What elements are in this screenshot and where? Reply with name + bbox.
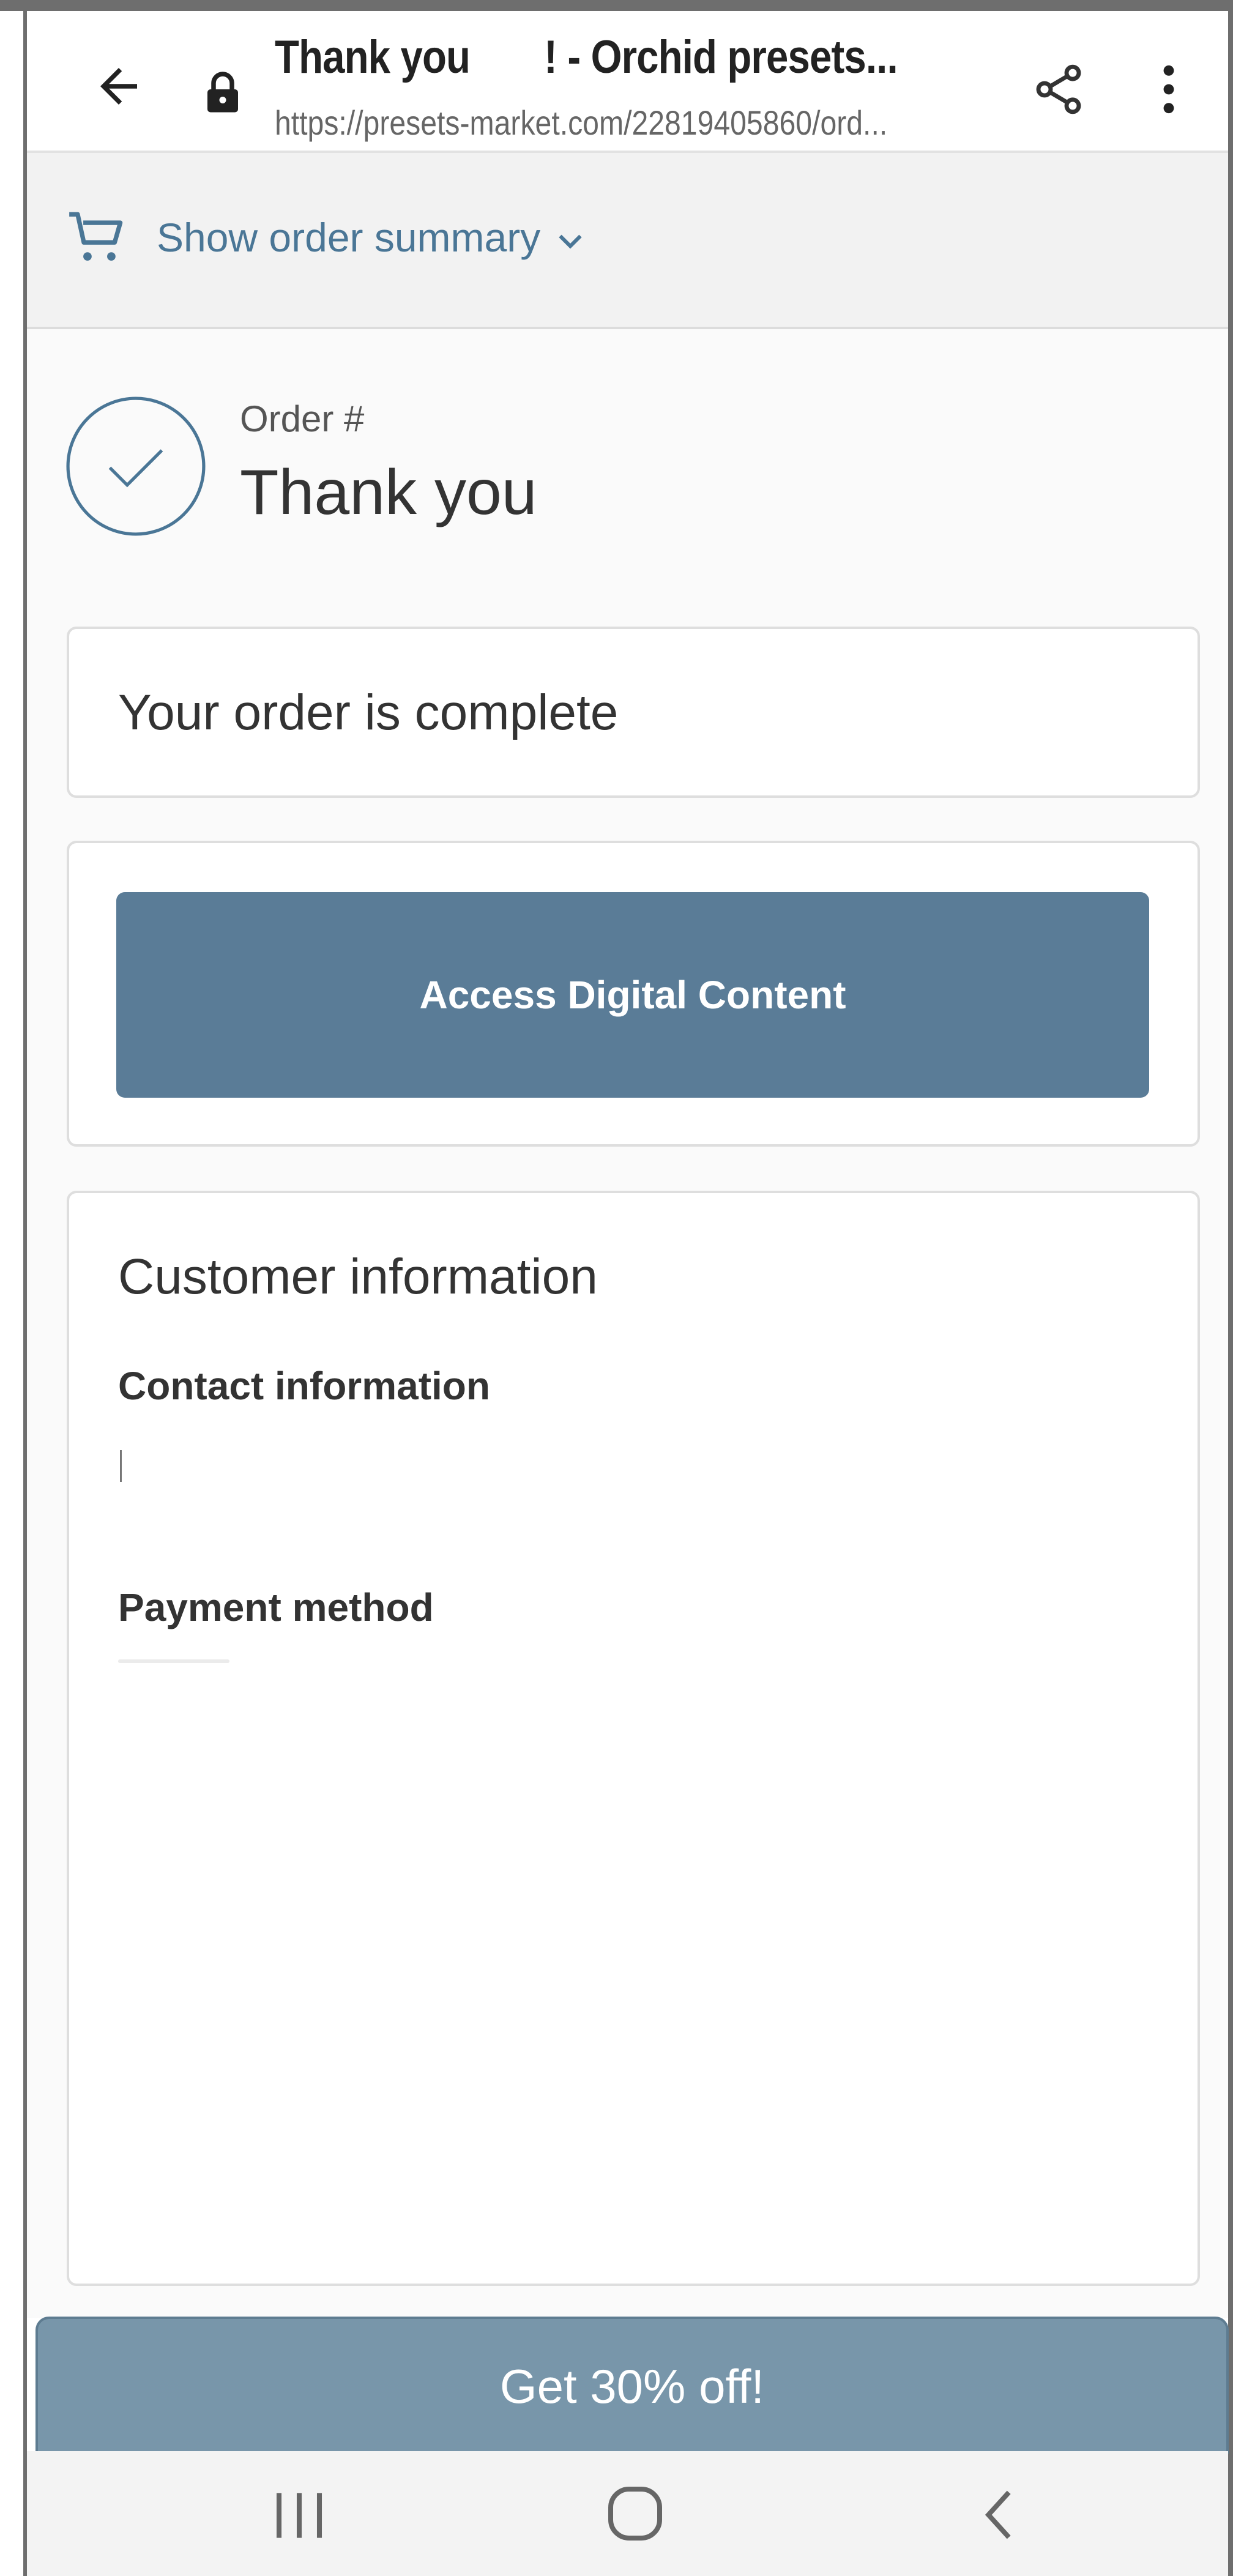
contact-information-value (120, 1450, 122, 1482)
access-digital-content-button[interactable]: Access Digital Content (116, 892, 1149, 1098)
share-icon[interactable] (1030, 61, 1087, 117)
page-url[interactable]: https://presets-market.com/22819405860/o… (275, 103, 959, 143)
order-status-page: Order # Thank you Your order is complete… (27, 329, 1228, 2318)
device-frame-top (0, 0, 1233, 11)
chevron-down-icon (558, 234, 582, 249)
order-number: Order # (240, 398, 365, 439)
order-summary-band: Show order summary (27, 153, 1228, 329)
customer-information-heading: Customer information (118, 1249, 598, 1305)
thank-you-heading: Thank you (240, 457, 537, 528)
recents-icon[interactable] (266, 2488, 333, 2543)
check-circle-icon (66, 396, 206, 536)
browser-toolbar: Thank you ! - Orchid presets... https://… (27, 11, 1228, 153)
payment-method-value (118, 1659, 229, 1663)
home-icon[interactable] (605, 2483, 666, 2544)
back-arrow-icon[interactable] (91, 59, 146, 114)
more-vert-icon[interactable] (1150, 61, 1187, 117)
nav-back-icon[interactable] (974, 2484, 1023, 2545)
order-summary-label: Show order summary (157, 215, 541, 260)
android-navigation-bar (27, 2451, 1228, 2576)
show-order-summary-toggle[interactable]: Show order summary (157, 214, 584, 261)
payment-method-heading: Payment method (118, 1585, 434, 1629)
device-frame-right (1228, 0, 1233, 2576)
digital-content-card: Access Digital Content (67, 841, 1200, 1147)
cart-icon[interactable] (64, 203, 131, 270)
lock-icon (207, 72, 238, 113)
device-frame-left (0, 0, 27, 2576)
order-complete-card: Your order is complete (67, 627, 1200, 798)
order-complete-text: Your order is complete (118, 685, 619, 740)
customer-information-card: Customer information Contact information… (67, 1191, 1200, 2286)
contact-information-heading: Contact information (118, 1364, 490, 1408)
discount-promo-button[interactable]: Get 30% off! (35, 2317, 1229, 2454)
page-title[interactable]: Thank you ! - Orchid presets... (275, 31, 912, 84)
